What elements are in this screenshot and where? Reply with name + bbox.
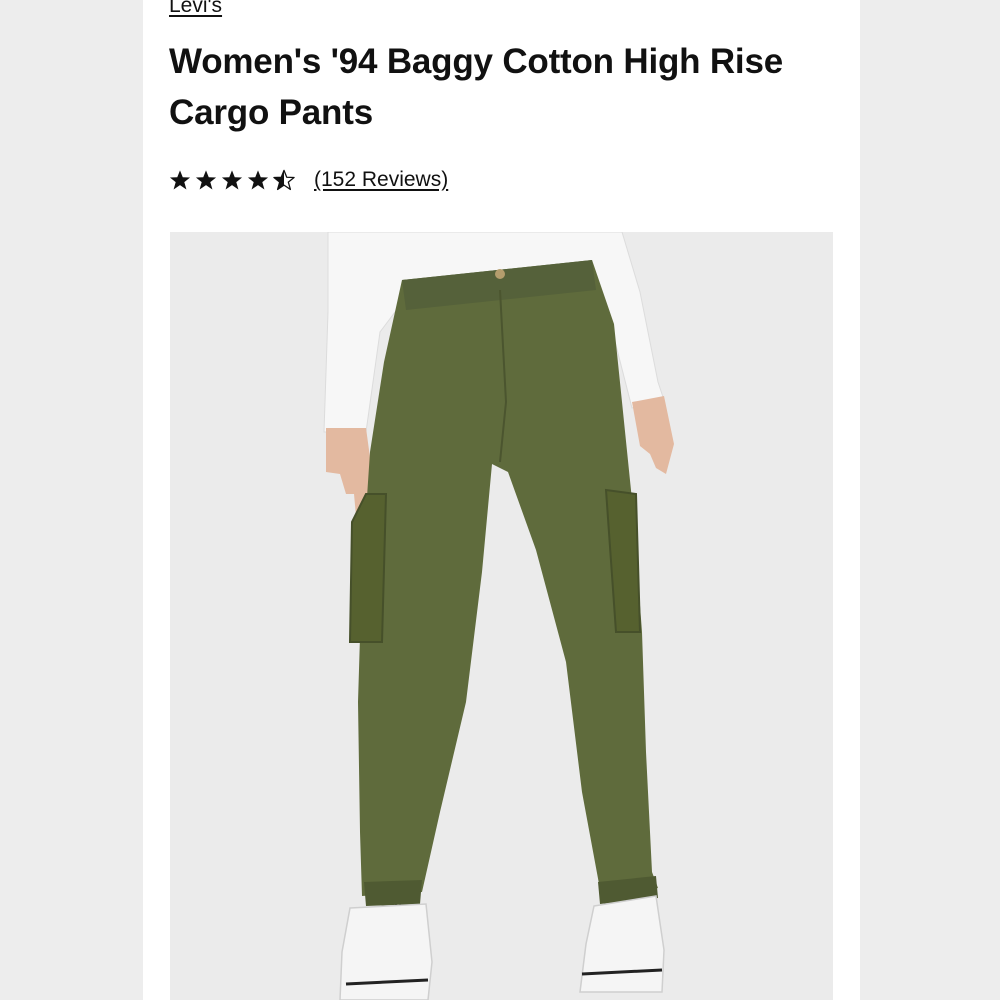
product-image[interactable] bbox=[170, 232, 833, 1000]
half-star-icon bbox=[273, 169, 295, 191]
left-backdrop bbox=[0, 0, 143, 1000]
star-icon bbox=[169, 170, 191, 190]
star-icon bbox=[221, 170, 243, 190]
product-page: Levi's Women's '94 Baggy Cotton High Ris… bbox=[143, 0, 860, 1000]
product-photo bbox=[170, 232, 833, 1000]
rating-row: (152 Reviews) bbox=[169, 163, 448, 197]
star-icon bbox=[195, 170, 217, 190]
star-rating bbox=[169, 169, 299, 191]
reviews-link[interactable]: (152 Reviews) bbox=[314, 168, 448, 192]
brand-link[interactable]: Levi's bbox=[169, 0, 222, 18]
star-icon bbox=[247, 170, 269, 190]
right-backdrop bbox=[860, 0, 1000, 1000]
product-title: Women's '94 Baggy Cotton High Rise Cargo… bbox=[169, 42, 783, 132]
